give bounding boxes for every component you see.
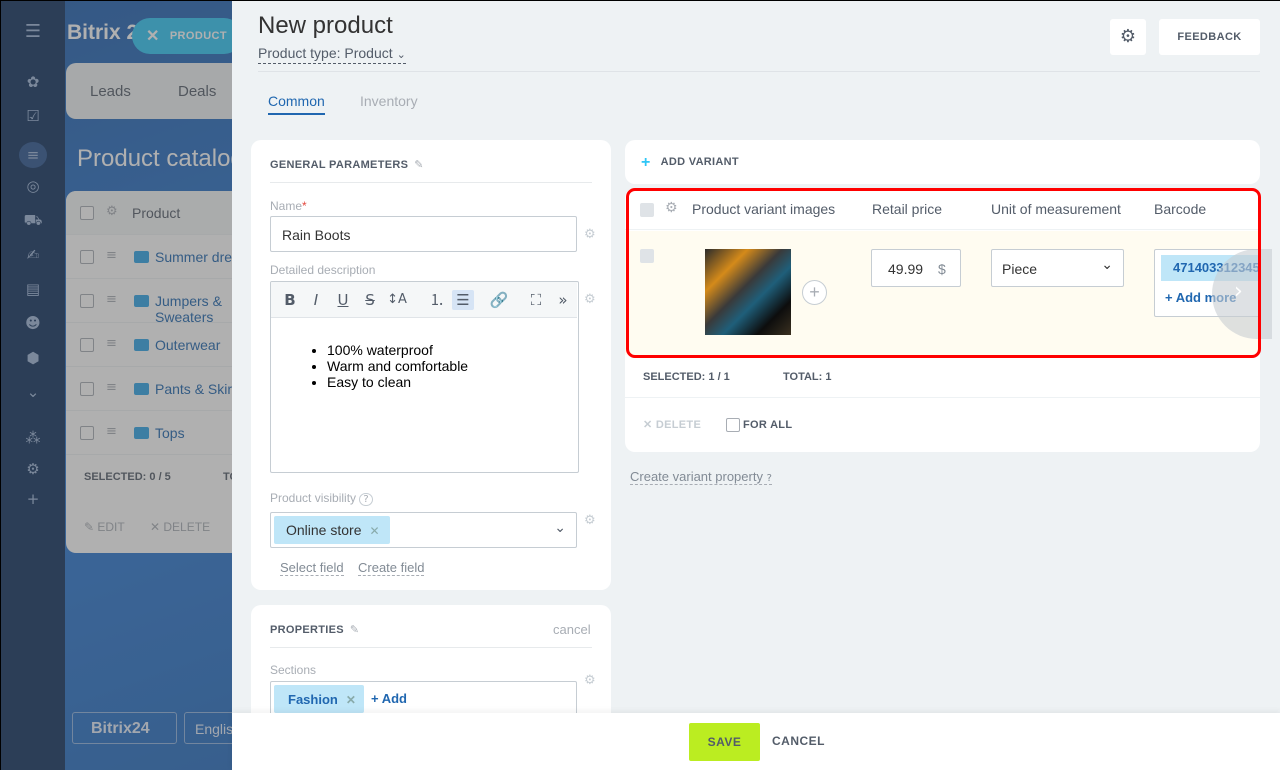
field-gear-icon[interactable]: ⚙ bbox=[584, 292, 596, 307]
numbered-list-icon[interactable]: ⒈ bbox=[426, 290, 448, 310]
italic-icon[interactable]: I bbox=[305, 290, 327, 310]
field-gear-icon[interactable]: ⚙ bbox=[584, 513, 596, 528]
gear-icon: ⚙ bbox=[1119, 26, 1137, 47]
tab-inventory[interactable]: Inventory bbox=[360, 93, 418, 109]
general-parameters-heading: GENERAL PARAMETERS ✎ bbox=[270, 158, 424, 171]
name-field[interactable]: Rain Boots bbox=[270, 216, 577, 252]
description-list: 100% waterproof Warm and comfortable Eas… bbox=[327, 342, 468, 390]
general-parameters-card: GENERAL PARAMETERS ✎ Name* Rain Boots ⚙ D… bbox=[251, 140, 611, 590]
add-section-link[interactable]: + Add bbox=[371, 691, 407, 706]
divider bbox=[270, 647, 592, 648]
divider bbox=[625, 397, 1260, 398]
editor-toolbar: B I U S ↕A ⒈ ☰ 🔗 ⛶ » bbox=[271, 282, 577, 318]
list-item: Warm and comfortable bbox=[327, 358, 468, 374]
bullet-list-icon[interactable]: ☰ bbox=[452, 290, 474, 310]
create-field-link[interactable]: Create field bbox=[358, 560, 425, 576]
more-tools-icon[interactable]: » bbox=[552, 290, 574, 310]
visibility-select[interactable]: Online store ✕ ⌄ bbox=[270, 512, 577, 548]
new-product-slider: New product Product type: Product ⌄ ⚙ FEE… bbox=[232, 1, 1280, 770]
link-icon[interactable]: 🔗 bbox=[488, 290, 510, 310]
field-gear-icon[interactable]: ⚙ bbox=[584, 227, 596, 242]
add-variant-bar[interactable]: + ADD VARIANT bbox=[625, 140, 1260, 184]
visibility-tag: Online store ✕ bbox=[274, 516, 390, 544]
highlight-box bbox=[626, 188, 1261, 358]
divider bbox=[270, 182, 592, 183]
description-label: Detailed description bbox=[270, 263, 376, 277]
remove-tag-icon[interactable]: ✕ bbox=[369, 524, 379, 538]
select-field-link[interactable]: Select field bbox=[280, 560, 344, 576]
help-icon[interactable]: ? bbox=[767, 473, 772, 484]
chevron-down-icon[interactable]: ⌄ bbox=[554, 520, 566, 536]
properties-cancel-link[interactable]: cancel bbox=[553, 622, 591, 637]
description-editor[interactable]: B I U S ↕A ⒈ ☰ 🔗 ⛶ » 100% waterproof War… bbox=[270, 281, 579, 473]
font-size-icon[interactable]: ↕A bbox=[386, 290, 408, 310]
underline-icon[interactable]: U bbox=[332, 290, 354, 310]
bold-icon[interactable]: B bbox=[279, 290, 301, 310]
for-all-label: FOR ALL bbox=[743, 419, 793, 431]
properties-card: PROPERTIES ✎ cancel Sections Fashion ✕ + A… bbox=[251, 605, 611, 725]
settings-button[interactable]: ⚙ bbox=[1110, 19, 1146, 55]
sections-field[interactable]: Fashion ✕ + Add bbox=[270, 681, 577, 717]
plus-icon: + bbox=[641, 154, 651, 171]
list-item: 100% waterproof bbox=[327, 342, 468, 358]
create-variant-property-link[interactable]: Create variant property ? bbox=[630, 469, 772, 485]
visibility-label: Product visibility ? bbox=[270, 491, 373, 506]
feedback-button[interactable]: FEEDBACK bbox=[1159, 19, 1260, 55]
chevron-down-icon: ⌄ bbox=[396, 48, 406, 61]
tab-common[interactable]: Common bbox=[268, 93, 325, 115]
remove-tag-icon[interactable]: ✕ bbox=[346, 693, 356, 707]
section-tag: Fashion ✕ bbox=[274, 685, 364, 713]
pencil-icon[interactable]: ✎ bbox=[350, 623, 360, 636]
header-divider bbox=[258, 71, 1260, 72]
sections-label: Sections bbox=[270, 663, 317, 677]
close-icon: ✕ bbox=[643, 419, 653, 431]
cancel-button[interactable]: CANCEL bbox=[772, 734, 825, 748]
save-button[interactable]: SAVE bbox=[689, 723, 760, 761]
variants-total-count: TOTAL: 1 bbox=[783, 371, 832, 383]
variants-delete-button[interactable]: ✕ DELETE bbox=[643, 418, 701, 431]
strikethrough-icon[interactable]: S bbox=[359, 290, 381, 310]
page-title: New product bbox=[258, 12, 393, 39]
add-variant-button[interactable]: + ADD VARIANT bbox=[641, 154, 739, 172]
product-type-selector[interactable]: Product type: Product ⌄ bbox=[258, 45, 406, 64]
list-item: Easy to clean bbox=[327, 374, 468, 390]
pencil-icon[interactable]: ✎ bbox=[414, 158, 424, 171]
for-all-checkbox[interactable] bbox=[726, 418, 740, 432]
fullscreen-icon[interactable]: ⛶ bbox=[525, 290, 547, 310]
field-gear-icon[interactable]: ⚙ bbox=[584, 673, 596, 688]
variants-selected-count: SELECTED: 1 / 1 bbox=[643, 371, 730, 383]
name-label: Name* bbox=[270, 199, 307, 213]
properties-heading: PROPERTIES ✎ bbox=[270, 623, 360, 636]
footer-bar: SAVE CANCEL bbox=[232, 713, 1280, 770]
help-icon[interactable]: ? bbox=[359, 493, 373, 506]
